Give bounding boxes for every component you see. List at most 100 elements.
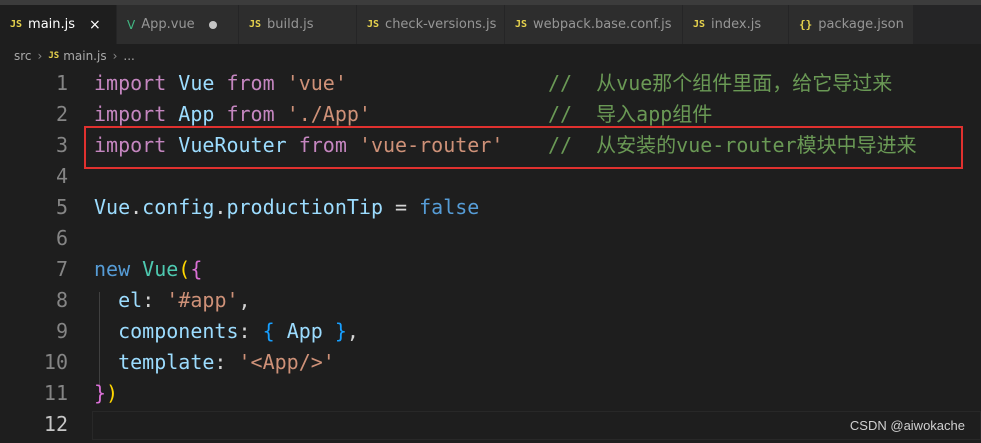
code-line[interactable]: 8 el: '#app',: [0, 285, 981, 316]
line-number: 12: [43, 412, 68, 436]
tab-build-js[interactable]: JS build.js: [239, 5, 357, 44]
code-token: config: [142, 195, 215, 219]
line-number: 7: [55, 257, 68, 281]
tab-App-vue[interactable]: V App.vue: [117, 5, 239, 44]
code-line[interactable]: 6: [0, 223, 981, 254]
tab-label: App.vue: [141, 17, 195, 32]
code-text: el: '#app',: [94, 285, 250, 316]
js-icon: JS: [249, 19, 262, 30]
code-token: Vue: [94, 195, 131, 219]
code-line[interactable]: 12: [0, 409, 981, 440]
code-token: :: [142, 288, 167, 312]
code-token: from: [226, 71, 275, 95]
code-text: template: '<App/>': [94, 347, 335, 378]
tab-label: build.js: [267, 17, 314, 32]
tab-webpack-base-conf-js[interactable]: JS webpack.base.conf.js: [505, 5, 683, 44]
code-text: components: { App },: [94, 316, 359, 347]
line-number: 2: [55, 102, 68, 126]
code-token: el: [118, 288, 143, 312]
line-number: 10: [43, 350, 68, 374]
code-token: {: [262, 319, 275, 343]
code-token: :: [238, 319, 263, 343]
code-token: App: [178, 102, 215, 126]
breadcrumb-file[interactable]: main.js: [63, 49, 106, 63]
line-number: 4: [55, 164, 68, 188]
code-token: }: [94, 381, 107, 405]
line-number: 5: [55, 195, 68, 219]
line-number: 11: [43, 381, 68, 405]
chevron-right-icon: ›: [112, 49, 118, 63]
code-token: '<App/>': [238, 350, 335, 374]
line-number: 8: [55, 288, 68, 312]
code-token: ,: [346, 319, 359, 343]
code-line[interactable]: 10 template: '<App/>': [0, 347, 981, 378]
code-token: App: [286, 319, 323, 343]
code-token: :: [214, 350, 239, 374]
close-icon[interactable]: ×: [89, 17, 101, 33]
breadcrumb-more[interactable]: ...: [123, 49, 134, 63]
code-text: new Vue({: [94, 254, 202, 285]
code-token: Vue: [142, 257, 179, 281]
code-token: import: [94, 71, 167, 95]
code-token: }: [334, 319, 347, 343]
code-token: '#app': [166, 288, 239, 312]
code-token: import: [94, 102, 167, 126]
code-token: ): [106, 381, 119, 405]
code-token: (: [178, 257, 191, 281]
code-token: new: [94, 257, 131, 281]
code-token: false: [419, 195, 480, 219]
watermark: CSDN @aiwokache: [849, 418, 965, 433]
tab-index-js[interactable]: JS index.js: [683, 5, 789, 44]
tab-main-js[interactable]: JS main.js ×: [0, 5, 117, 44]
js-icon: JS: [693, 19, 706, 30]
code-token: './App': [286, 102, 371, 126]
code-editor[interactable]: 1 import Vue from 'vue' // 从vue那个组件里面，给它导过…: [0, 68, 981, 443]
vue-icon: V: [127, 17, 136, 32]
unsaved-dot-icon[interactable]: [208, 20, 217, 29]
code-token: productionTip: [226, 195, 384, 219]
code-text: import Vue from 'vue': [94, 68, 347, 99]
code-token: 'vue': [286, 71, 347, 95]
tab-label: package.json: [818, 17, 904, 32]
tab-package-json[interactable]: {} package.json: [789, 5, 914, 44]
code-line[interactable]: 1 import Vue from 'vue' // 从vue那个组件里面，给它导过…: [0, 68, 981, 99]
code-token: template: [118, 350, 215, 374]
code-text: Vue.config.productionTip = false: [94, 192, 479, 223]
tab-label: check-versions.js: [385, 17, 497, 32]
code-line[interactable]: 11}): [0, 378, 981, 409]
js-icon: JS: [48, 51, 60, 61]
code-line[interactable]: 9 components: { App },: [0, 316, 981, 347]
chevron-right-icon: ›: [37, 49, 43, 63]
code-token: {: [190, 257, 203, 281]
code-token: Vue: [178, 71, 215, 95]
tab-check-versions-js[interactable]: JS check-versions.js: [357, 5, 505, 44]
breadcrumb-folder[interactable]: src: [14, 49, 32, 63]
code-line[interactable]: 5 Vue.config.productionTip = false: [0, 192, 981, 223]
code-token: components: [118, 319, 239, 343]
tab-label: main.js: [28, 17, 76, 32]
js-icon: JS: [10, 19, 23, 30]
js-icon: JS: [367, 19, 380, 30]
editor-tabs: JS main.js × V App.vue JS build.js JS check-vers…: [0, 5, 981, 44]
line-number: 6: [55, 226, 68, 250]
line-number: 3: [55, 133, 68, 157]
code-comment: // 从vue那个组件里面，给它导过来: [548, 71, 893, 95]
code-line[interactable]: 7 new Vue({: [0, 254, 981, 285]
tab-label: webpack.base.conf.js: [533, 17, 672, 32]
line-number: 1: [55, 71, 68, 95]
code-token: from: [226, 102, 275, 126]
json-icon: {}: [799, 18, 813, 31]
annotation-red-box: [84, 126, 963, 169]
js-icon: JS: [515, 19, 528, 30]
